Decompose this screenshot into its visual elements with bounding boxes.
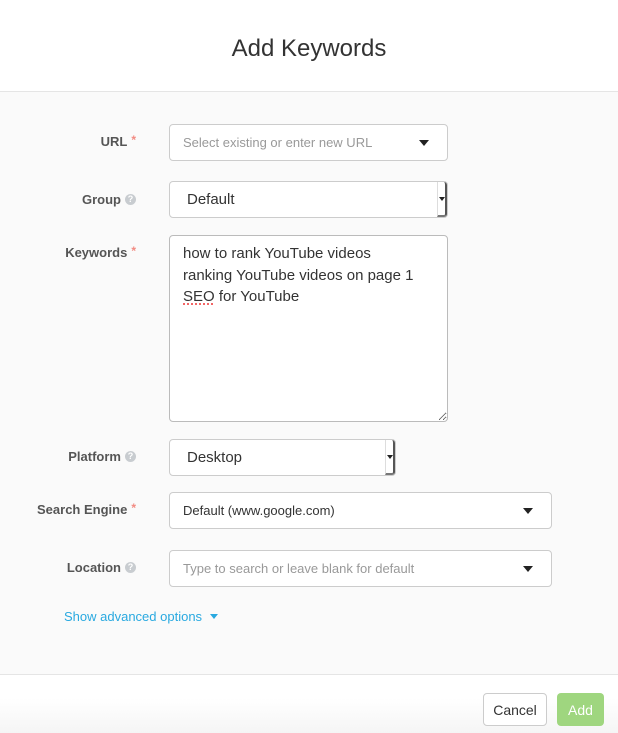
add-keywords-dialog: Add Keywords URL * Select existing or en… — [0, 0, 618, 733]
help-icon[interactable]: ? — [125, 451, 136, 462]
platform-label-text: Platform — [68, 449, 121, 464]
help-icon[interactable]: ? — [125, 562, 136, 573]
keywords-textarea[interactable] — [169, 235, 448, 422]
required-asterisk: * — [131, 132, 136, 147]
chevron-down-icon — [438, 196, 445, 201]
select-arrow — [385, 440, 395, 475]
group-label-text: Group — [82, 192, 121, 207]
advanced-link-text: Show advanced options — [64, 609, 203, 624]
search-engine-label-text: Search Engine — [37, 502, 128, 517]
show-advanced-options-link[interactable]: Show advanced options — [64, 609, 219, 624]
group-value: Default — [187, 191, 235, 208]
required-asterisk: * — [131, 243, 136, 258]
location-placeholder: Type to search or leave blank for defaul… — [183, 561, 415, 576]
platform-label: Platform ? — [68, 449, 136, 464]
url-select[interactable]: Select existing or enter new URL — [169, 124, 448, 161]
chevron-down-icon — [419, 139, 429, 146]
group-select[interactable]: Default — [169, 181, 448, 218]
dialog-body: URL * Select existing or enter new URL G… — [0, 92, 618, 674]
help-icon[interactable]: ? — [125, 194, 136, 205]
keywords-label: Keywords * — [65, 243, 136, 261]
chevron-down-icon — [523, 507, 533, 514]
search-engine-label: Search Engine * — [37, 500, 136, 518]
platform-value: Desktop — [187, 449, 243, 466]
location-label-text: Location — [66, 560, 121, 575]
chevron-down-icon — [210, 614, 219, 619]
required-asterisk: * — [131, 500, 136, 515]
cancel-button[interactable]: Cancel — [483, 693, 547, 726]
select-arrow — [437, 182, 447, 217]
platform-select[interactable]: Desktop — [169, 439, 396, 476]
group-label: Group ? — [82, 192, 136, 207]
keywords-label-text: Keywords — [65, 245, 128, 260]
chevron-down-icon — [523, 565, 533, 572]
dialog-footer: Cancel Add — [0, 674, 618, 733]
url-placeholder: Select existing or enter new URL — [183, 135, 373, 150]
url-label-text: URL — [100, 134, 128, 149]
url-label: URL * — [100, 132, 136, 150]
dialog-header: Add Keywords — [0, 0, 618, 92]
search-engine-value: Default (www.google.com) — [183, 503, 335, 518]
chevron-down-icon — [386, 454, 393, 459]
add-button[interactable]: Add — [557, 693, 604, 726]
dialog-title: Add Keywords — [231, 34, 387, 62]
search-engine-select[interactable]: Default (www.google.com) — [169, 492, 552, 529]
location-label: Location ? — [67, 560, 136, 575]
location-select[interactable]: Type to search or leave blank for defaul… — [169, 550, 552, 587]
